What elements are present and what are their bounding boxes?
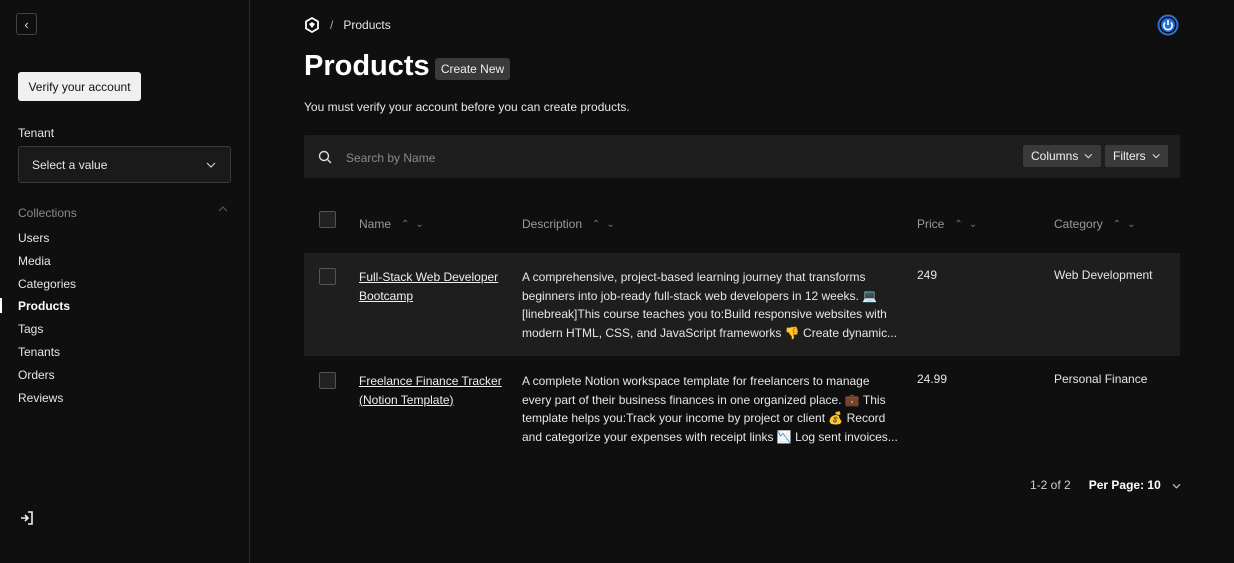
filters-label: Filters — [1113, 149, 1146, 163]
filters-button[interactable]: Filters — [1105, 145, 1168, 167]
pagination-range: 1-2 of 2 — [1030, 478, 1071, 492]
product-price: 24.99 — [917, 372, 948, 386]
collections-nav: Users Media Categories Products Tags Ten… — [18, 230, 76, 412]
column-header-category: Category ⌃⌄ — [1054, 217, 1141, 231]
sort-arrows-icon[interactable]: ⌃⌄ — [1113, 219, 1142, 230]
table-header: Name ⌃⌄ Description ⌃⌄ Price ⌃⌄ Category… — [304, 200, 1180, 250]
breadcrumb-separator: / — [330, 18, 334, 32]
product-category: Personal Finance — [1054, 372, 1148, 386]
table-row: Full-Stack Web Developer Bootcamp A comp… — [304, 253, 1180, 356]
per-page-select[interactable]: Per Page: 10 — [1089, 478, 1181, 492]
collapse-sidebar-button[interactable]: ‹ — [16, 13, 37, 35]
list-controls: Columns Filters — [304, 135, 1180, 178]
sidebar-item-categories[interactable]: Categories — [18, 276, 76, 299]
select-all-checkbox[interactable] — [319, 211, 336, 228]
sort-arrows-icon[interactable]: ⌃⌄ — [401, 219, 430, 230]
column-header-price: Price ⌃⌄ — [917, 217, 983, 231]
active-nav-marker — [0, 298, 2, 313]
account-avatar-icon[interactable] — [1157, 14, 1179, 36]
sidebar-item-products[interactable]: Products — [18, 298, 76, 321]
search-input[interactable] — [344, 148, 948, 168]
breadcrumb: / Products — [304, 17, 391, 33]
chevron-down-icon — [1084, 153, 1093, 159]
product-description: A comprehensive, project-based learning … — [522, 270, 898, 340]
column-label: Price — [917, 217, 945, 231]
tenant-label: Tenant — [18, 126, 55, 140]
collections-toggle[interactable]: Collections — [18, 206, 228, 220]
logout-icon[interactable] — [19, 510, 35, 526]
sidebar-item-media[interactable]: Media — [18, 253, 76, 276]
chevron-down-icon — [206, 162, 216, 168]
product-name-link[interactable]: Freelance Finance Tracker (Notion Templa… — [359, 372, 509, 409]
sort-arrows-icon[interactable]: ⌃⌄ — [592, 219, 621, 230]
product-name-link[interactable]: Full-Stack Web Developer Bootcamp — [359, 268, 509, 305]
row-checkbox[interactable] — [319, 268, 336, 285]
column-label: Category — [1054, 217, 1103, 231]
logo-icon[interactable] — [304, 17, 320, 33]
product-price: 249 — [917, 268, 938, 282]
chevron-left-icon: ‹ — [24, 16, 29, 32]
per-page-label: Per Page: 10 — [1088, 478, 1161, 492]
sidebar-item-tags[interactable]: Tags — [18, 321, 76, 344]
column-label: Name — [359, 217, 392, 231]
sidebar-item-orders[interactable]: Orders — [18, 367, 76, 390]
sidebar-item-tenants[interactable]: Tenants — [18, 344, 76, 367]
product-category: Web Development — [1054, 268, 1153, 282]
collections-label: Collections — [18, 206, 77, 220]
chevron-down-icon — [1152, 153, 1160, 159]
row-checkbox[interactable] — [319, 372, 336, 389]
tenant-select[interactable]: Select a value — [18, 146, 231, 183]
sidebar: ‹ Verify your account Tenant Select a va… — [0, 0, 250, 563]
main-content: / Products Products Create New You must … — [250, 0, 1234, 563]
chevron-down-icon — [1172, 483, 1181, 489]
column-header-description: Description ⌃⌄ — [522, 217, 621, 231]
verify-account-button[interactable]: Verify your account — [18, 72, 141, 101]
create-new-button[interactable]: Create New — [435, 58, 510, 80]
sidebar-item-reviews[interactable]: Reviews — [18, 390, 76, 413]
breadcrumb-current: Products — [343, 18, 391, 32]
pagination: 1-2 of 2 Per Page: 10 — [1030, 478, 1181, 492]
sort-arrows-icon[interactable]: ⌃⌄ — [954, 219, 983, 230]
columns-label: Columns — [1031, 149, 1079, 163]
product-description: A complete Notion workspace template for… — [522, 374, 898, 444]
table-row: Freelance Finance Tracker (Notion Templa… — [304, 357, 1180, 460]
sidebar-item-users[interactable]: Users — [18, 230, 76, 253]
column-label: Description — [522, 217, 583, 231]
search-icon — [318, 150, 332, 164]
chevron-up-icon — [218, 206, 228, 212]
columns-button[interactable]: Columns — [1023, 145, 1101, 167]
tenant-select-value: Select a value — [32, 157, 108, 172]
verify-notice: You must verify your account before you … — [304, 100, 630, 114]
page-title: Products — [304, 50, 430, 82]
column-header-name: Name ⌃⌄ — [359, 217, 430, 231]
